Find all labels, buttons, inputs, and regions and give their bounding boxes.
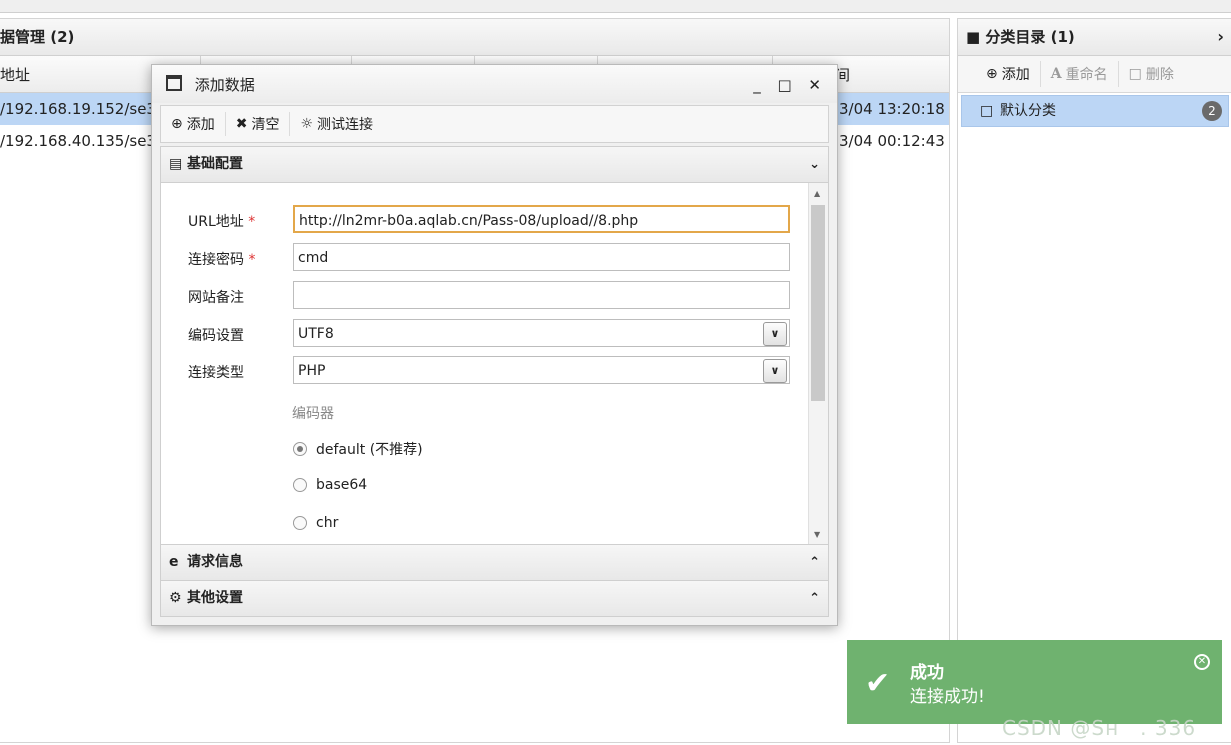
row-address: /192.168.40.135/se3	[0, 132, 156, 150]
edge-icon: e	[169, 554, 179, 570]
url-label: URL地址 *	[188, 214, 256, 230]
toast-title: 成功	[910, 663, 944, 683]
trash-icon: □	[1128, 66, 1142, 82]
encoding-row: 编码设置 UTF8 ∨	[161, 319, 801, 349]
test-connection-label: 测试连接	[317, 117, 374, 133]
password-input[interactable]: cmd	[293, 243, 790, 271]
radio-unchecked[interactable]	[293, 478, 307, 492]
font-icon: A	[1050, 66, 1062, 82]
section-request-info[interactable]: e 请求信息 ⌃	[160, 544, 829, 581]
basic-config-form: URL地址 * http://ln2mr-b0a.aqlab.cn/Pass-0…	[160, 183, 829, 546]
plus-circle-icon: ⊕	[171, 116, 183, 132]
encoder-option-chr[interactable]: chr	[293, 515, 338, 531]
url-row: URL地址 * http://ln2mr-b0a.aqlab.cn/Pass-0…	[161, 205, 801, 235]
chevron-down-icon: ⌄	[809, 157, 820, 172]
radio-unchecked[interactable]	[293, 516, 307, 530]
window-controls[interactable]: _ □ ✕	[753, 65, 827, 105]
section-request-title: 请求信息	[187, 554, 243, 570]
category-add-button[interactable]: ⊕ 添加	[976, 61, 1041, 87]
chevron-down-icon[interactable]: ∨	[763, 322, 787, 346]
close-icon[interactable]: ✕	[1194, 654, 1210, 670]
category-toolbar: ⊕ 添加 A 重命名 □ 删除	[958, 56, 1231, 93]
section-basic-title: 基础配置	[187, 156, 243, 172]
close-icon: ✖	[235, 116, 248, 132]
dialog-toolbar: ⊕ 添加 ✖ 清空 ☼ 测试连接	[160, 105, 829, 143]
encoder-option-label: default (不推荐)	[316, 442, 423, 458]
form-scrollbar[interactable]: ▲ ▼	[808, 183, 828, 545]
category-delete-button[interactable]: □ 删除	[1119, 61, 1184, 87]
category-delete-label: 删除	[1145, 67, 1174, 83]
category-rename-label: 重命名	[1065, 67, 1108, 83]
category-panel-header: ■ 分类目录 (1) ›	[958, 19, 1231, 56]
document-icon: ▤	[169, 156, 183, 172]
dialog-title: 添加数据	[194, 76, 255, 94]
note-input[interactable]	[293, 281, 790, 309]
password-row: 连接密码 * cmd	[161, 243, 801, 273]
category-panel-title: 分类目录 (1)	[985, 28, 1075, 46]
encoder-option-label: base64	[316, 477, 368, 493]
plus-circle-icon: ⊕	[986, 66, 998, 82]
scroll-thumb[interactable]	[811, 205, 825, 401]
folder-icon: ■	[966, 28, 981, 46]
scroll-down-icon[interactable]: ▼	[814, 530, 820, 539]
top-strip	[0, 0, 1231, 13]
category-panel: ■ 分类目录 (1) › ⊕ 添加 A 重命名 □ 删除 □ 默认分类 2	[957, 18, 1231, 743]
type-select[interactable]: PHP ∨	[293, 356, 790, 384]
radio-checked[interactable]	[293, 442, 307, 456]
folder-open-icon: □	[980, 103, 994, 119]
category-item-label: 默认分类	[1000, 103, 1056, 119]
category-rename-button[interactable]: A 重命名	[1041, 61, 1119, 87]
encoding-select[interactable]: UTF8 ∨	[293, 319, 790, 347]
type-label: 连接类型	[188, 365, 244, 381]
type-row: 连接类型 PHP ∨	[161, 356, 801, 386]
password-label: 连接密码 *	[188, 252, 256, 268]
note-row: 网站备注	[161, 281, 801, 311]
count-badge: 2	[1202, 101, 1222, 121]
row-time: 3/04 00:12:43	[839, 132, 945, 150]
toast-message: 连接成功!	[910, 687, 985, 707]
encoder-label: 编码器	[292, 406, 334, 422]
clear-button-label: 清空	[251, 117, 280, 133]
category-add-label: 添加	[1001, 67, 1030, 83]
test-connection-button[interactable]: ☼ 测试连接	[290, 112, 383, 136]
spinner-icon: ☼	[300, 116, 314, 132]
encoding-label: 编码设置	[188, 328, 244, 344]
data-panel-title: 据管理 (2)	[0, 19, 949, 56]
scroll-up-icon[interactable]: ▲	[814, 189, 820, 198]
add-button-label: 添加	[186, 117, 215, 133]
gears-icon: ⚙	[169, 590, 182, 606]
csdn-watermark: CSDN @Sн . 336	[1002, 716, 1197, 740]
type-value: PHP	[298, 363, 326, 379]
clear-button[interactable]: ✖ 清空	[226, 112, 291, 136]
encoder-option-label: chr	[316, 515, 339, 531]
add-data-dialog: 添加数据 _ □ ✕ ⊕ 添加 ✖ 清空 ☼ 测试连接 ▤ 基础配置 ⌄ URL…	[151, 64, 838, 626]
row-time: 3/04 13:20:18	[839, 100, 945, 118]
dialog-titlebar[interactable]: 添加数据 _ □ ✕	[152, 65, 837, 103]
chevron-up-icon: ⌃	[809, 555, 820, 570]
row-address: /192.168.19.152/se3	[0, 100, 156, 118]
category-item-default[interactable]: □ 默认分类 2	[961, 95, 1229, 127]
encoding-value: UTF8	[298, 326, 334, 342]
chevron-down-icon[interactable]: ∨	[763, 359, 787, 383]
check-icon: ✔	[865, 666, 891, 701]
chevron-up-icon: ⌃	[809, 591, 820, 606]
note-label: 网站备注	[188, 290, 244, 306]
section-other-title: 其他设置	[187, 590, 243, 606]
window-icon	[166, 75, 182, 91]
section-basic-config[interactable]: ▤ 基础配置 ⌄	[160, 146, 829, 183]
add-button[interactable]: ⊕ 添加	[161, 112, 226, 136]
section-other-settings[interactable]: ⚙ 其他设置 ⌃	[160, 580, 829, 617]
encoder-option-default[interactable]: default (不推荐)	[293, 439, 423, 459]
encoder-option-base64[interactable]: base64	[293, 477, 367, 493]
url-input[interactable]: http://ln2mr-b0a.aqlab.cn/Pass-08/upload…	[293, 205, 790, 233]
chevron-right-icon[interactable]: ›	[1217, 19, 1224, 55]
